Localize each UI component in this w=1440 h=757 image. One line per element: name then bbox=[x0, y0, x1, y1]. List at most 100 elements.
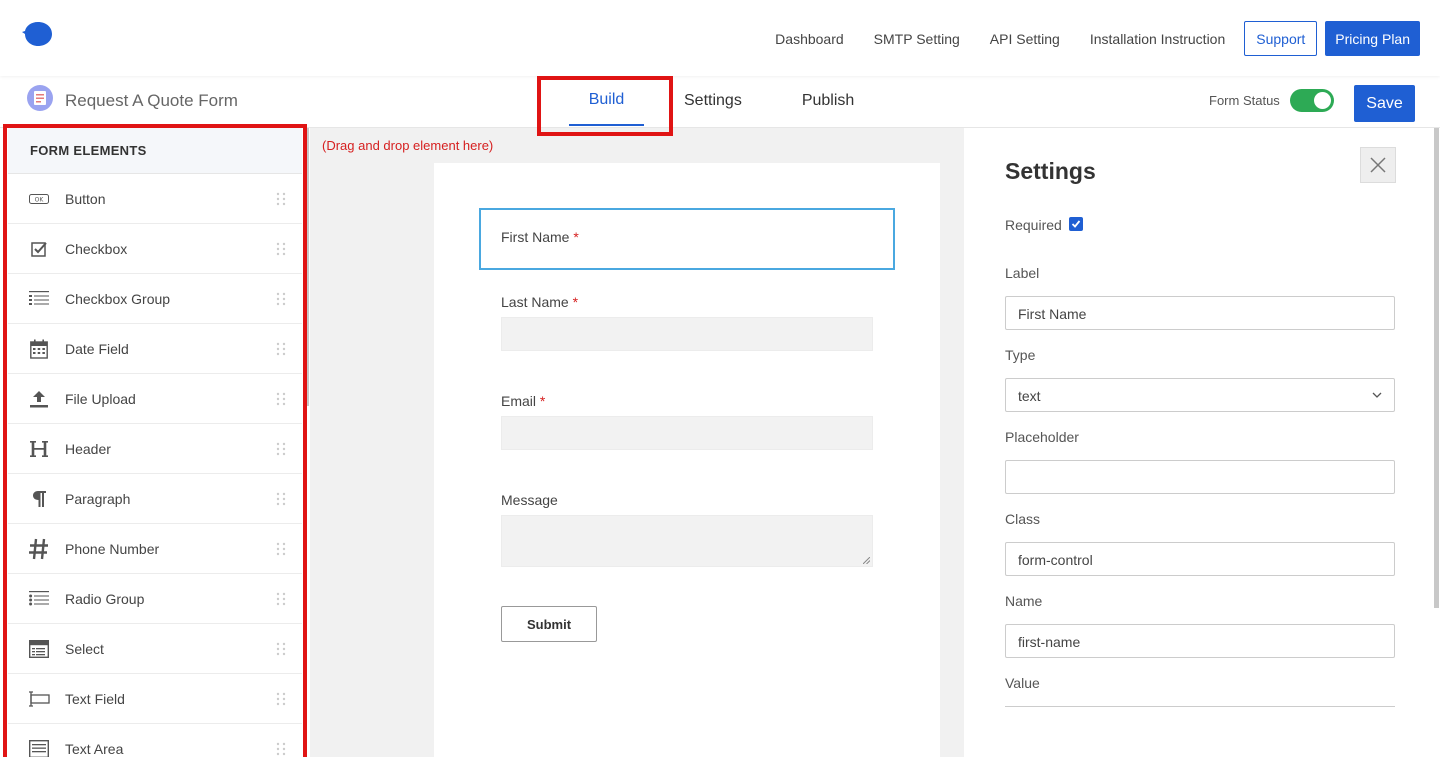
tab-build[interactable]: Build bbox=[569, 76, 644, 126]
close-icon bbox=[1370, 157, 1386, 173]
sidebar-item-paragraph[interactable]: Paragraph bbox=[8, 474, 302, 524]
sidebar-item-label: Button bbox=[65, 190, 106, 207]
header-icon bbox=[27, 437, 51, 461]
drag-handle-icon[interactable] bbox=[276, 342, 286, 356]
save-button[interactable]: Save bbox=[1354, 85, 1415, 122]
sidebar-scrollbar[interactable] bbox=[305, 128, 309, 406]
drag-handle-icon[interactable] bbox=[276, 192, 286, 206]
sidebar-item-label: Radio Group bbox=[65, 590, 145, 607]
name-field-label: Name bbox=[1005, 593, 1043, 609]
settings-title: Settings bbox=[1005, 158, 1096, 184]
drag-handle-icon[interactable] bbox=[276, 592, 286, 606]
text-field-icon bbox=[27, 687, 51, 711]
email-label: Email * bbox=[501, 393, 546, 409]
sidebar-item-checkbox-group[interactable]: Checkbox Group bbox=[8, 274, 302, 324]
label-input[interactable]: First Name bbox=[1005, 296, 1395, 330]
form-title: Request A Quote Form bbox=[65, 91, 238, 110]
builder-tabs: Build Settings Publish bbox=[569, 76, 854, 128]
message-textarea[interactable] bbox=[501, 515, 873, 567]
drag-handle-icon[interactable] bbox=[276, 542, 286, 556]
nav-dashboard-link[interactable]: Dashboard bbox=[775, 31, 844, 47]
resize-handle-icon[interactable] bbox=[863, 557, 870, 564]
checkbox-icon bbox=[27, 237, 51, 261]
drag-handle-icon[interactable] bbox=[276, 742, 286, 756]
close-settings-button[interactable] bbox=[1360, 147, 1396, 183]
submit-button[interactable]: Submit bbox=[501, 606, 597, 642]
sidebar-item-text-field[interactable]: Text Field bbox=[8, 674, 302, 724]
logo-icon[interactable] bbox=[22, 20, 52, 48]
message-label: Message bbox=[501, 492, 558, 508]
type-select-value: text bbox=[1018, 388, 1041, 404]
drag-handle-icon[interactable] bbox=[276, 392, 286, 406]
class-field-label: Class bbox=[1005, 511, 1041, 527]
pricing-plan-button[interactable]: Pricing Plan bbox=[1325, 21, 1420, 56]
sidebar-item-label: Checkbox bbox=[65, 240, 128, 257]
sidebar-item-header[interactable]: Header bbox=[8, 424, 302, 474]
value-input[interactable] bbox=[1005, 706, 1395, 707]
type-select[interactable]: text bbox=[1005, 378, 1395, 412]
type-field-label: Type bbox=[1005, 347, 1036, 363]
form-elements-title: FORM ELEMENTS bbox=[8, 128, 302, 174]
support-button[interactable]: Support bbox=[1244, 21, 1318, 56]
required-label: Required bbox=[1005, 217, 1062, 233]
form-status-toggle[interactable] bbox=[1290, 89, 1334, 112]
checkbox-group-icon bbox=[27, 287, 51, 311]
sidebar-item-label: Phone Number bbox=[65, 540, 160, 557]
button-icon: OK bbox=[27, 187, 51, 211]
drag-handle-icon[interactable] bbox=[276, 642, 286, 656]
drag-handle-icon[interactable] bbox=[276, 292, 286, 306]
nav-installation-instruction-link[interactable]: Installation Instruction bbox=[1090, 31, 1225, 47]
drag-handle-icon[interactable] bbox=[276, 442, 286, 456]
radio-group-icon bbox=[27, 587, 51, 611]
hash-icon bbox=[27, 537, 51, 561]
drag-handle-icon[interactable] bbox=[276, 492, 286, 506]
sidebar-item-label: Text Field bbox=[65, 690, 125, 707]
svg-text:OK: OK bbox=[35, 196, 45, 203]
sidebar-item-button[interactable]: OK Button bbox=[8, 174, 302, 224]
sidebar-item-label: Date Field bbox=[65, 340, 129, 357]
sidebar-item-label: Header bbox=[65, 440, 111, 457]
drag-handle-icon[interactable] bbox=[276, 242, 286, 256]
nav-smtp-setting-link[interactable]: SMTP Setting bbox=[874, 31, 960, 47]
form-status-label: Form Status bbox=[1209, 93, 1280, 108]
required-checkbox[interactable] bbox=[1069, 217, 1083, 231]
field-settings-panel: Settings Required Label First Name Type … bbox=[964, 128, 1440, 757]
nav-api-setting-link[interactable]: API Setting bbox=[990, 31, 1060, 47]
sidebar-item-label: Select bbox=[65, 640, 104, 657]
first-name-label: First Name * bbox=[501, 229, 579, 245]
last-name-input[interactable] bbox=[501, 317, 873, 351]
sidebar-item-checkbox[interactable]: Checkbox bbox=[8, 224, 302, 274]
sidebar-item-file-upload[interactable]: File Upload bbox=[8, 374, 302, 424]
toggle-knob bbox=[1314, 92, 1331, 109]
drop-hint: (Drag and drop element here) bbox=[322, 138, 494, 153]
placeholder-field-label: Placeholder bbox=[1005, 429, 1079, 445]
drag-handle-icon[interactable] bbox=[276, 692, 286, 706]
placeholder-input[interactable] bbox=[1005, 460, 1395, 494]
sidebar-item-label: Text Area bbox=[65, 740, 124, 757]
form-icon bbox=[27, 85, 53, 111]
sidebar-item-text-area[interactable]: Text Area bbox=[8, 724, 302, 757]
value-field-label: Value bbox=[1005, 675, 1040, 691]
top-navbar: Dashboard SMTP Setting API Setting Insta… bbox=[0, 0, 1440, 76]
sidebar-item-date-field[interactable]: Date Field bbox=[8, 324, 302, 374]
sidebar-item-select[interactable]: Select bbox=[8, 624, 302, 674]
sidebar-item-phone-number[interactable]: Phone Number bbox=[8, 524, 302, 574]
sidebar-item-radio-group[interactable]: Radio Group bbox=[8, 574, 302, 624]
last-name-label: Last Name * bbox=[501, 294, 579, 310]
select-icon bbox=[27, 637, 51, 661]
check-icon bbox=[1071, 220, 1081, 228]
tab-settings[interactable]: Settings bbox=[684, 76, 742, 126]
paragraph-icon bbox=[27, 487, 51, 511]
settings-scrollbar[interactable] bbox=[1434, 128, 1439, 608]
form-canvas[interactable]: (Drag and drop element here) First Name … bbox=[310, 128, 964, 757]
calendar-icon bbox=[27, 337, 51, 361]
sidebar-item-label: File Upload bbox=[65, 390, 136, 407]
name-input[interactable]: first-name bbox=[1005, 624, 1395, 658]
class-input[interactable]: form-control bbox=[1005, 542, 1395, 576]
form-elements-sidebar: FORM ELEMENTS OK Button Checkbox Checkbo… bbox=[8, 128, 302, 757]
form-preview-card: First Name * Last Name * Email * Message… bbox=[434, 163, 940, 757]
chevron-down-icon bbox=[1372, 392, 1382, 398]
form-builder-header: Request A Quote Form Build Settings Publ… bbox=[0, 76, 1440, 128]
email-input[interactable] bbox=[501, 416, 873, 450]
tab-publish[interactable]: Publish bbox=[802, 76, 854, 126]
